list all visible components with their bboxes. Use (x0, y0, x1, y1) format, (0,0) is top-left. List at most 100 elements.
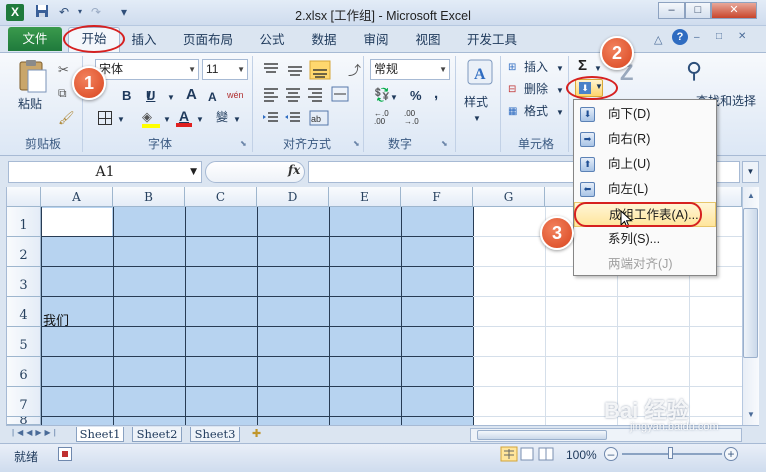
menu-item-fill-up[interactable]: ⬆ 向上(U) (574, 152, 716, 177)
column-header-c[interactable]: C (185, 187, 257, 207)
grow-font-button[interactable]: A (186, 86, 197, 104)
doc-minimize-icon[interactable]: – (694, 32, 700, 43)
styles-button[interactable]: 样式 (464, 93, 488, 111)
comma-button[interactable]: , (434, 85, 438, 103)
menu-item-fill-series[interactable]: 系列(S)... (574, 227, 716, 252)
paste-button[interactable]: 粘贴 (18, 95, 42, 113)
dialog-launcher-icon[interactable]: ⬊ (441, 139, 448, 148)
zoom-level[interactable]: 100% (566, 448, 597, 462)
copy-icon[interactable]: ⧉ (58, 86, 67, 101)
percent-button[interactable]: % (410, 87, 422, 105)
increase-decimal-icon[interactable]: ←.0.00 (374, 110, 389, 126)
indent-icons[interactable]: ab (262, 110, 352, 126)
sheet-tab-2[interactable]: Sheet2 (132, 427, 182, 442)
styles-icon[interactable]: A (466, 58, 494, 88)
paste-icon[interactable] (14, 58, 50, 94)
zoom-in-icon[interactable]: + (724, 447, 738, 461)
maximize-button[interactable]: □ (685, 2, 711, 19)
row-header-5[interactable]: 5 (7, 327, 41, 357)
tab-data[interactable]: 数据 (304, 30, 344, 50)
view-buttons[interactable] (500, 446, 556, 462)
menu-item-fill-left[interactable]: ⬅ 向左(L) (574, 177, 716, 202)
decrease-decimal-icon[interactable]: .00 →.0 (404, 110, 419, 126)
number-format-combo[interactable]: 常规 ▼ (370, 59, 450, 80)
format-cells-button[interactable]: 格式 (524, 102, 548, 120)
insert-function-button[interactable]: fx (288, 163, 300, 177)
shrink-font-button[interactable]: A (208, 88, 217, 106)
sheet-tab-1[interactable]: Sheet1 (76, 427, 124, 442)
doc-restore-icon[interactable]: □ (716, 31, 722, 42)
tab-view[interactable]: 视图 (408, 30, 448, 50)
sheet-nav-icons[interactable]: |◀◀▶▶| (12, 428, 59, 437)
bold-button[interactable]: B (122, 87, 131, 105)
help-icon[interactable]: ? (672, 29, 688, 45)
row-header-1[interactable]: 1 (7, 207, 41, 237)
cell-a4[interactable]: 我们 (43, 310, 69, 329)
font-name-combo[interactable]: 宋体 ▼ (95, 59, 199, 80)
phonetic-dropdown-icon[interactable]: ▼ (233, 111, 241, 129)
currency-icon[interactable]: 💱 (374, 87, 390, 103)
font-size-combo[interactable]: 11 ▼ (202, 59, 248, 80)
zoom-out-icon[interactable]: – (604, 447, 618, 461)
fill-color-icon[interactable]: ◈ (142, 110, 160, 128)
insert-dropdown-icon[interactable]: ▼ (556, 60, 564, 78)
menu-item-fill-down[interactable]: ⬇ 向下(D) (574, 102, 716, 127)
tab-formulas[interactable]: 公式 (252, 30, 292, 50)
menu-item-fill-right[interactable]: ➡ 向右(R) (574, 127, 716, 152)
name-box[interactable]: A1 ▼ (8, 161, 202, 183)
dialog-launcher-icon[interactable]: ⬊ (353, 139, 360, 148)
minimize-button[interactable]: – (658, 2, 685, 19)
tab-review[interactable]: 审阅 (356, 30, 396, 50)
format-cells-icon[interactable]: ▦ (508, 106, 517, 117)
sheet-tab-3[interactable]: Sheet3 (190, 427, 240, 442)
font-color-icon[interactable]: A (176, 109, 192, 127)
row-header-6[interactable]: 6 (7, 357, 41, 387)
insert-cells-button[interactable]: 插入 (524, 58, 548, 76)
delete-dropdown-icon[interactable]: ▼ (556, 82, 564, 100)
borders-dropdown-icon[interactable]: ▼ (117, 111, 125, 129)
row-header-3[interactable]: 3 (7, 267, 41, 297)
macro-record-icon[interactable] (58, 447, 72, 461)
tab-insert[interactable]: 插入 (124, 30, 164, 50)
active-cell-a1[interactable] (42, 208, 112, 236)
font-color-dropdown-icon[interactable]: ▼ (196, 111, 204, 129)
column-header-b[interactable]: B (113, 187, 185, 207)
vertical-align-icons[interactable] (262, 60, 346, 80)
format-dropdown-icon[interactable]: ▼ (556, 104, 564, 122)
format-painter-icon[interactable]: 🖌 (58, 110, 75, 126)
h-scroll-thumb[interactable] (477, 430, 607, 440)
underline-dropdown-icon[interactable]: ▼ (167, 89, 175, 107)
phonetic-button[interactable]: wén (227, 86, 244, 104)
phonetic-guide-icon[interactable]: 變 (216, 108, 228, 126)
expand-formula-icon[interactable]: ▼ (742, 161, 759, 183)
styles-dropdown-icon[interactable]: ▼ (473, 110, 481, 128)
tab-page-layout[interactable]: 页面布局 (176, 30, 240, 50)
ribbon-minimize-icon[interactable]: △ (654, 33, 662, 46)
autosum-button[interactable]: Σ (578, 57, 587, 75)
delete-cells-icon[interactable]: ⊟ (508, 84, 516, 95)
tab-developer[interactable]: 开发工具 (460, 30, 524, 50)
column-header-e[interactable]: E (329, 187, 401, 207)
column-header-g[interactable]: G (473, 187, 545, 207)
find-binoculars-icon[interactable]: ⚲ (686, 58, 702, 84)
column-header-f[interactable]: F (401, 187, 473, 207)
row-header-2[interactable]: 2 (7, 237, 41, 267)
cut-icon[interactable]: ✂ (58, 62, 69, 78)
menu-item-fill-justify[interactable]: 两端对齐(J) (574, 252, 716, 277)
borders-icon[interactable] (98, 111, 112, 125)
dialog-launcher-icon[interactable]: ⬊ (240, 139, 247, 148)
currency-dropdown-icon[interactable]: ▼ (390, 89, 398, 107)
horizontal-align-icons[interactable] (262, 86, 352, 102)
delete-cells-button[interactable]: 删除 (524, 80, 548, 98)
doc-close-icon[interactable]: ✕ (738, 31, 746, 42)
column-header-a[interactable]: A (41, 187, 113, 207)
row-header-4[interactable]: 4 (7, 297, 41, 327)
insert-cells-icon[interactable]: ⊞ (508, 62, 516, 73)
row-header-7[interactable]: 7 (7, 387, 41, 417)
column-header-d[interactable]: D (257, 187, 329, 207)
row-header-8[interactable]: 8 (7, 417, 41, 425)
scroll-thumb[interactable] (743, 208, 758, 358)
fill-color-dropdown-icon[interactable]: ▼ (163, 111, 171, 129)
insert-sheet-icon[interactable]: ✚ (252, 427, 261, 440)
tab-file[interactable]: 文件 (8, 27, 62, 51)
